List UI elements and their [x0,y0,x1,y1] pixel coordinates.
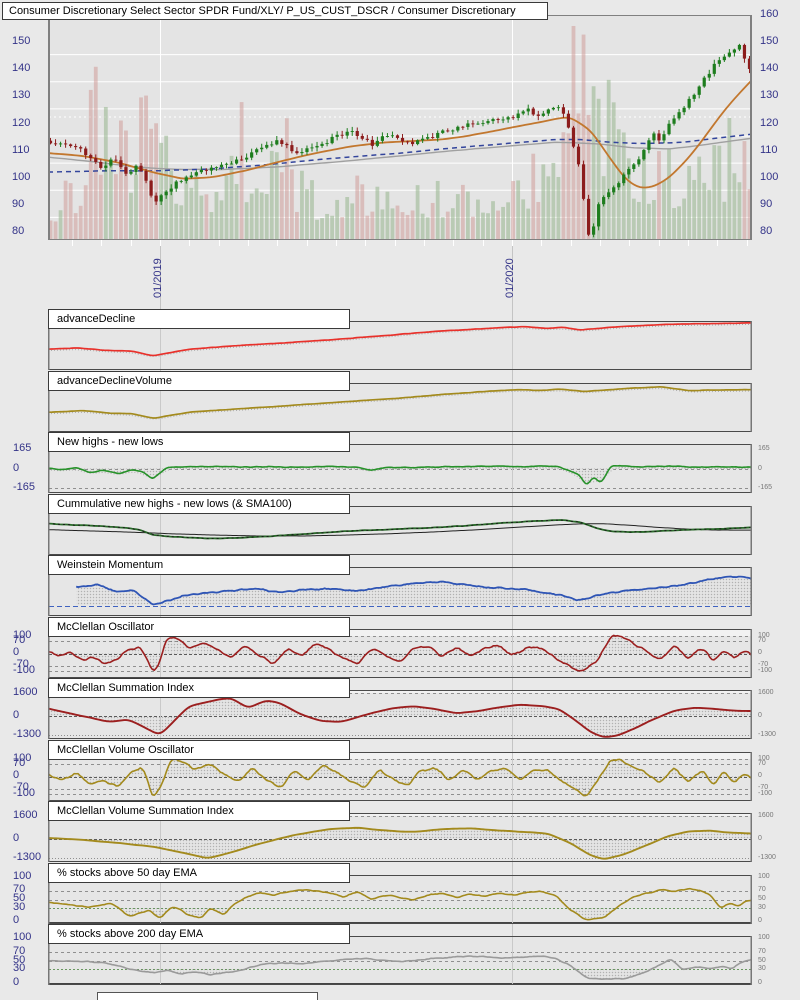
indicator-panel-advanceDecline: advanceDecline [0,309,800,371]
panel-y-tick-label: -1300 [758,731,776,739]
main-y-tick-label: 130 [12,89,31,102]
main-y-tick-label: 140 [760,62,779,75]
panel-y-tick-label: 70 [758,636,766,644]
panel-y-tick-label: 50 [758,956,766,964]
indicator-panel-title: advanceDeclineVolume [48,370,350,391]
panel-y-tick-label: 1600 [758,811,774,819]
panel-y-tick-label: -1300 [758,854,776,862]
panel-y-tick-label: -100 [13,663,36,676]
main-chart-canvas [48,15,752,252]
main-y-tick-label: 120 [760,116,779,129]
panel-y-tick-label: 30 [758,965,766,973]
main-y-tick-label: 80 [760,225,773,237]
panel-y-tick-label: 100 [13,931,32,944]
main-y-tick-label: 160 [760,8,779,20]
indicator-panel-cumulativeNhNl: Cummulative new highs - new lows (& SMA1… [0,493,800,556]
panel-y-tick-label: 30 [13,900,26,913]
panel-y-tick-label: 50 [758,895,766,902]
indicator-panel-mcclellanVolumeSummation: McClellan Volume Summation Index 1600 160… [0,801,800,863]
indicator-panel-mcclellanSummation: McClellan Summation Index 1600 1600 0 0 -130… [0,678,800,740]
main-y-tick-label: 150 [760,35,779,48]
panel-y-tick-label: 0 [758,835,762,843]
panel-y-tick-label: 0 [13,975,20,988]
panel-y-tick-label: -165 [758,483,773,491]
main-y-tick-label: 120 [12,116,31,129]
indicator-panel-pctAbove200dayEMA: % stocks above 200 day EMA 100 100 70 70 50 5… [0,924,800,988]
main-y-tick-label: 110 [12,143,30,156]
indicator-panel-title: Cummulative new highs - new lows (& SMA1… [48,493,350,514]
indicator-panel-title: Weinstein Momentum [48,555,350,575]
panel-y-tick-label: 0 [13,461,20,474]
panel-y-tick-label: 70 [758,947,766,955]
indicator-panel-title: McClellan Volume Summation Index [48,801,350,821]
panel-y-tick-label: 100 [758,934,770,942]
indicator-panel-newHighsNewLows: New highs - new lows 165 165 0 0 -165 -165 [0,432,800,494]
panel-y-tick-label: 0 [758,978,762,986]
panel-y-tick-label: 1600 [13,808,38,821]
indicator-panel-mcclellanOscillator: McClellan Oscillator 100 100 70 70 0 0 -70 -70-… [0,616,800,679]
indicator-panel-title: % stocks above 200 day EMA [48,924,350,944]
panel-y-tick-label: 0 [13,709,20,722]
panel-y-tick-label: 1600 [758,688,774,696]
panel-y-tick-label: 30 [13,962,26,975]
indicator-panel-pctAbove50dayEMA: % stocks above 50 day EMA 100 100 70 70 50 50… [0,862,800,926]
indicator-panel-title: McClellan Summation Index [48,678,350,698]
panel-y-tick-label: -100 [758,666,773,674]
main-y-tick-label: 80 [12,225,25,237]
main-y-tick-label: 100 [12,170,31,183]
indicator-panel-title: % stocks above 50 day EMA [48,862,350,883]
main-y-tick-label: 110 [760,143,778,156]
panel-y-tick-label: 70 [13,756,26,769]
panel-y-tick-label: 30 [758,903,766,911]
indicator-panel-title: McClellan Volume Oscillator [48,739,350,760]
panel-y-tick-label: 0 [13,769,20,781]
panel-y-tick-label: 0 [758,649,762,656]
indicator-panel-title: New highs - new lows [48,432,350,452]
panel-y-tick-label: 100 [13,869,32,882]
panel-y-tick-label: 70 [758,886,766,894]
indicator-panel-weinsteinMomentum: Weinstein Momentum [0,555,800,617]
indicator-panel-title: McClellan Oscillator [48,616,350,637]
panel-y-tick-label: 70 [13,633,26,646]
main-y-tick-label: 90 [12,197,25,210]
x-axis-label-2019: 01/2019 [152,258,164,298]
panel-y-tick-label: 1600 [13,685,38,698]
panel-y-tick-label: 0 [758,712,762,720]
panel-y-tick-label: 0 [758,772,762,779]
main-y-tick-label: 90 [760,197,773,210]
main-price-chart[interactable] [48,15,752,252]
next-panel-label-cutoff [97,992,318,1000]
panel-y-tick-label: -165 [13,480,36,493]
panel-y-tick-label: 165 [13,442,32,455]
panel-y-tick-label: 0 [13,832,20,845]
panel-y-tick-label: 100 [758,872,770,880]
main-y-tick-label: 140 [12,62,31,75]
panel-y-tick-label: 0 [758,464,762,472]
main-y-tick-label: 130 [760,89,779,102]
indicator-panel-mcclellanVolumeOscillator: McClellan Volume Oscillator 100 100 70 70 0 0… [0,739,800,802]
panel-y-tick-label: -100 [13,786,36,799]
panel-y-tick-label: 165 [758,445,770,453]
panel-y-tick-label: 0 [13,646,20,658]
chart-title-text: Consumer Discretionary Select Sector SPD… [9,5,516,17]
panel-y-tick-label: 70 [758,759,766,767]
main-y-tick-label: 150 [12,35,31,48]
charting-app-window: Consumer Discretionary Select Sector SPD… [0,0,800,1000]
indicator-panel-advanceDeclineVolume: advanceDeclineVolume [0,370,800,433]
chart-title-box[interactable]: Consumer Discretionary Select Sector SPD… [2,2,548,20]
panel-y-tick-label: -100 [758,789,773,797]
main-y-tick-label: 100 [760,170,779,183]
x-axis-label-2020: 01/2020 [504,258,516,298]
indicator-panel-title: advanceDecline [48,309,350,329]
